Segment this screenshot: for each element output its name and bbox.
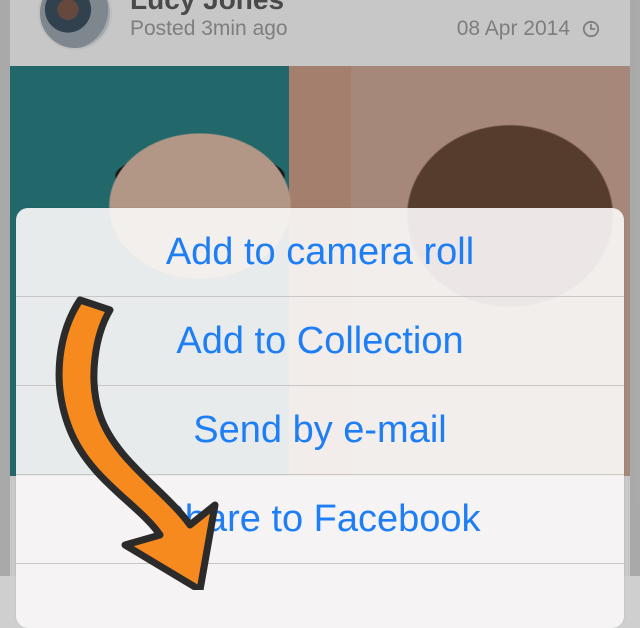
add-to-camera-roll-button[interactable]: Add to camera roll [16,208,624,296]
action-label: Send by e-mail [193,408,447,451]
action-label: Add to Collection [176,319,464,362]
add-to-collection-button[interactable]: Add to Collection [16,296,624,385]
next-action-button[interactable] [16,563,624,628]
action-label: Share to Facebook [159,497,481,540]
share-to-facebook-button[interactable]: Share to Facebook [16,474,624,563]
action-label: Add to camera roll [165,230,475,273]
send-by-email-button[interactable]: Send by e-mail [16,385,624,474]
action-sheet: Add to camera roll Add to Collection Sen… [16,208,624,628]
